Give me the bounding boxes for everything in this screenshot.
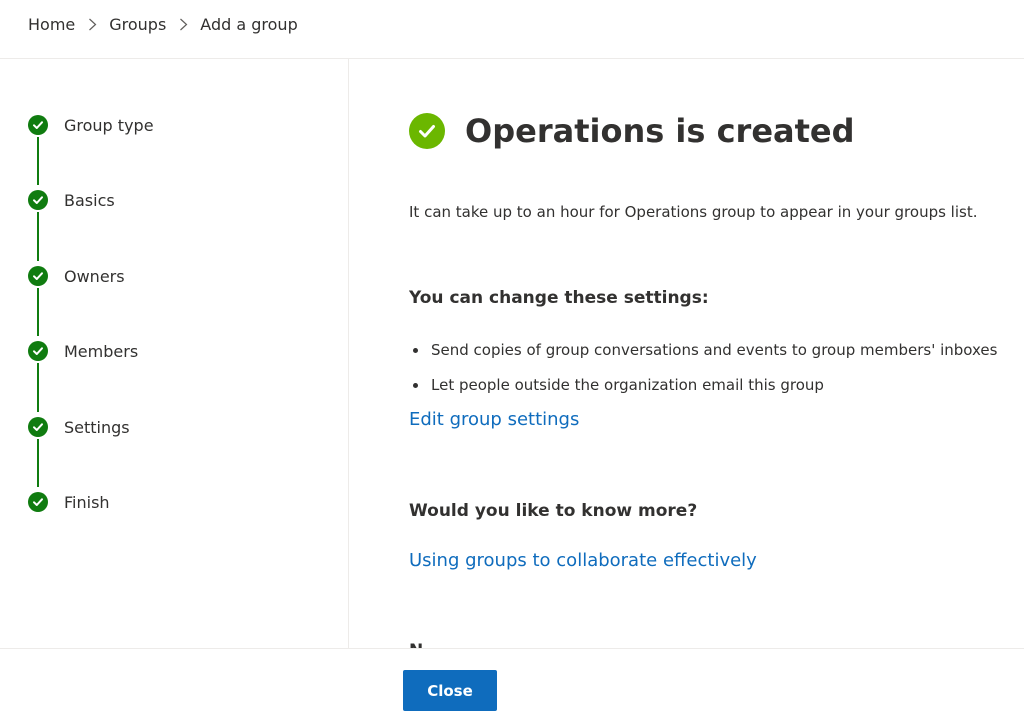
step-basics[interactable]: Basics bbox=[28, 189, 115, 211]
chevron-right-icon bbox=[75, 12, 109, 36]
check-circle-icon bbox=[28, 266, 48, 286]
step-connector bbox=[37, 137, 39, 185]
info-text: It can take up to an hour for Operations… bbox=[409, 203, 978, 221]
list-item: Let people outside the organization emai… bbox=[409, 374, 997, 409]
settings-heading: You can change these settings: bbox=[409, 288, 709, 308]
step-label: Settings bbox=[64, 417, 130, 437]
check-circle-icon bbox=[28, 417, 48, 437]
wizard-stepper: Group type Basics Owners Members Setting… bbox=[0, 59, 348, 648]
breadcrumb-groups[interactable]: Groups bbox=[109, 15, 166, 34]
step-members[interactable]: Members bbox=[28, 340, 138, 362]
step-label: Members bbox=[64, 341, 139, 361]
close-button[interactable]: Close bbox=[403, 670, 497, 711]
title-row: Operations is created bbox=[409, 111, 855, 151]
sidebar-divider bbox=[348, 59, 349, 648]
check-circle-icon bbox=[28, 341, 48, 361]
step-group-type[interactable]: Group type bbox=[28, 114, 154, 136]
step-label: Finish bbox=[64, 492, 110, 512]
check-circle-icon bbox=[28, 115, 48, 135]
check-circle-icon bbox=[28, 190, 48, 210]
page-title: Operations is created bbox=[465, 112, 855, 150]
step-settings[interactable]: Settings bbox=[28, 416, 130, 438]
collaborate-guide-link[interactable]: Using groups to collaborate effectively bbox=[409, 550, 757, 571]
step-owners[interactable]: Owners bbox=[28, 265, 125, 287]
step-connector bbox=[37, 363, 39, 412]
chevron-right-icon bbox=[166, 12, 200, 36]
settings-list: Send copies of group conversations and e… bbox=[409, 339, 997, 409]
truncated-heading: N bbox=[409, 641, 423, 648]
step-finish[interactable]: Finish bbox=[28, 491, 110, 513]
step-connector bbox=[37, 288, 39, 336]
step-label: Basics bbox=[64, 190, 115, 210]
add-group-wizard: Home Groups Add a group Group type Basic… bbox=[0, 0, 1024, 719]
main-content: Operations is created It can take up to … bbox=[409, 59, 1024, 648]
breadcrumb-add-a-group: Add a group bbox=[200, 14, 298, 34]
edit-group-settings-link[interactable]: Edit group settings bbox=[409, 409, 579, 430]
breadcrumb: Home Groups Add a group bbox=[28, 12, 298, 36]
step-label: Group type bbox=[64, 115, 154, 135]
breadcrumb-home[interactable]: Home bbox=[28, 15, 75, 34]
check-circle-icon bbox=[28, 492, 48, 512]
footer: Close bbox=[0, 648, 1024, 719]
success-check-icon bbox=[409, 113, 445, 149]
step-connector bbox=[37, 212, 39, 261]
know-more-heading: Would you like to know more? bbox=[409, 501, 698, 521]
step-connector bbox=[37, 439, 39, 487]
list-item: Send copies of group conversations and e… bbox=[409, 339, 997, 374]
step-label: Owners bbox=[64, 266, 125, 286]
